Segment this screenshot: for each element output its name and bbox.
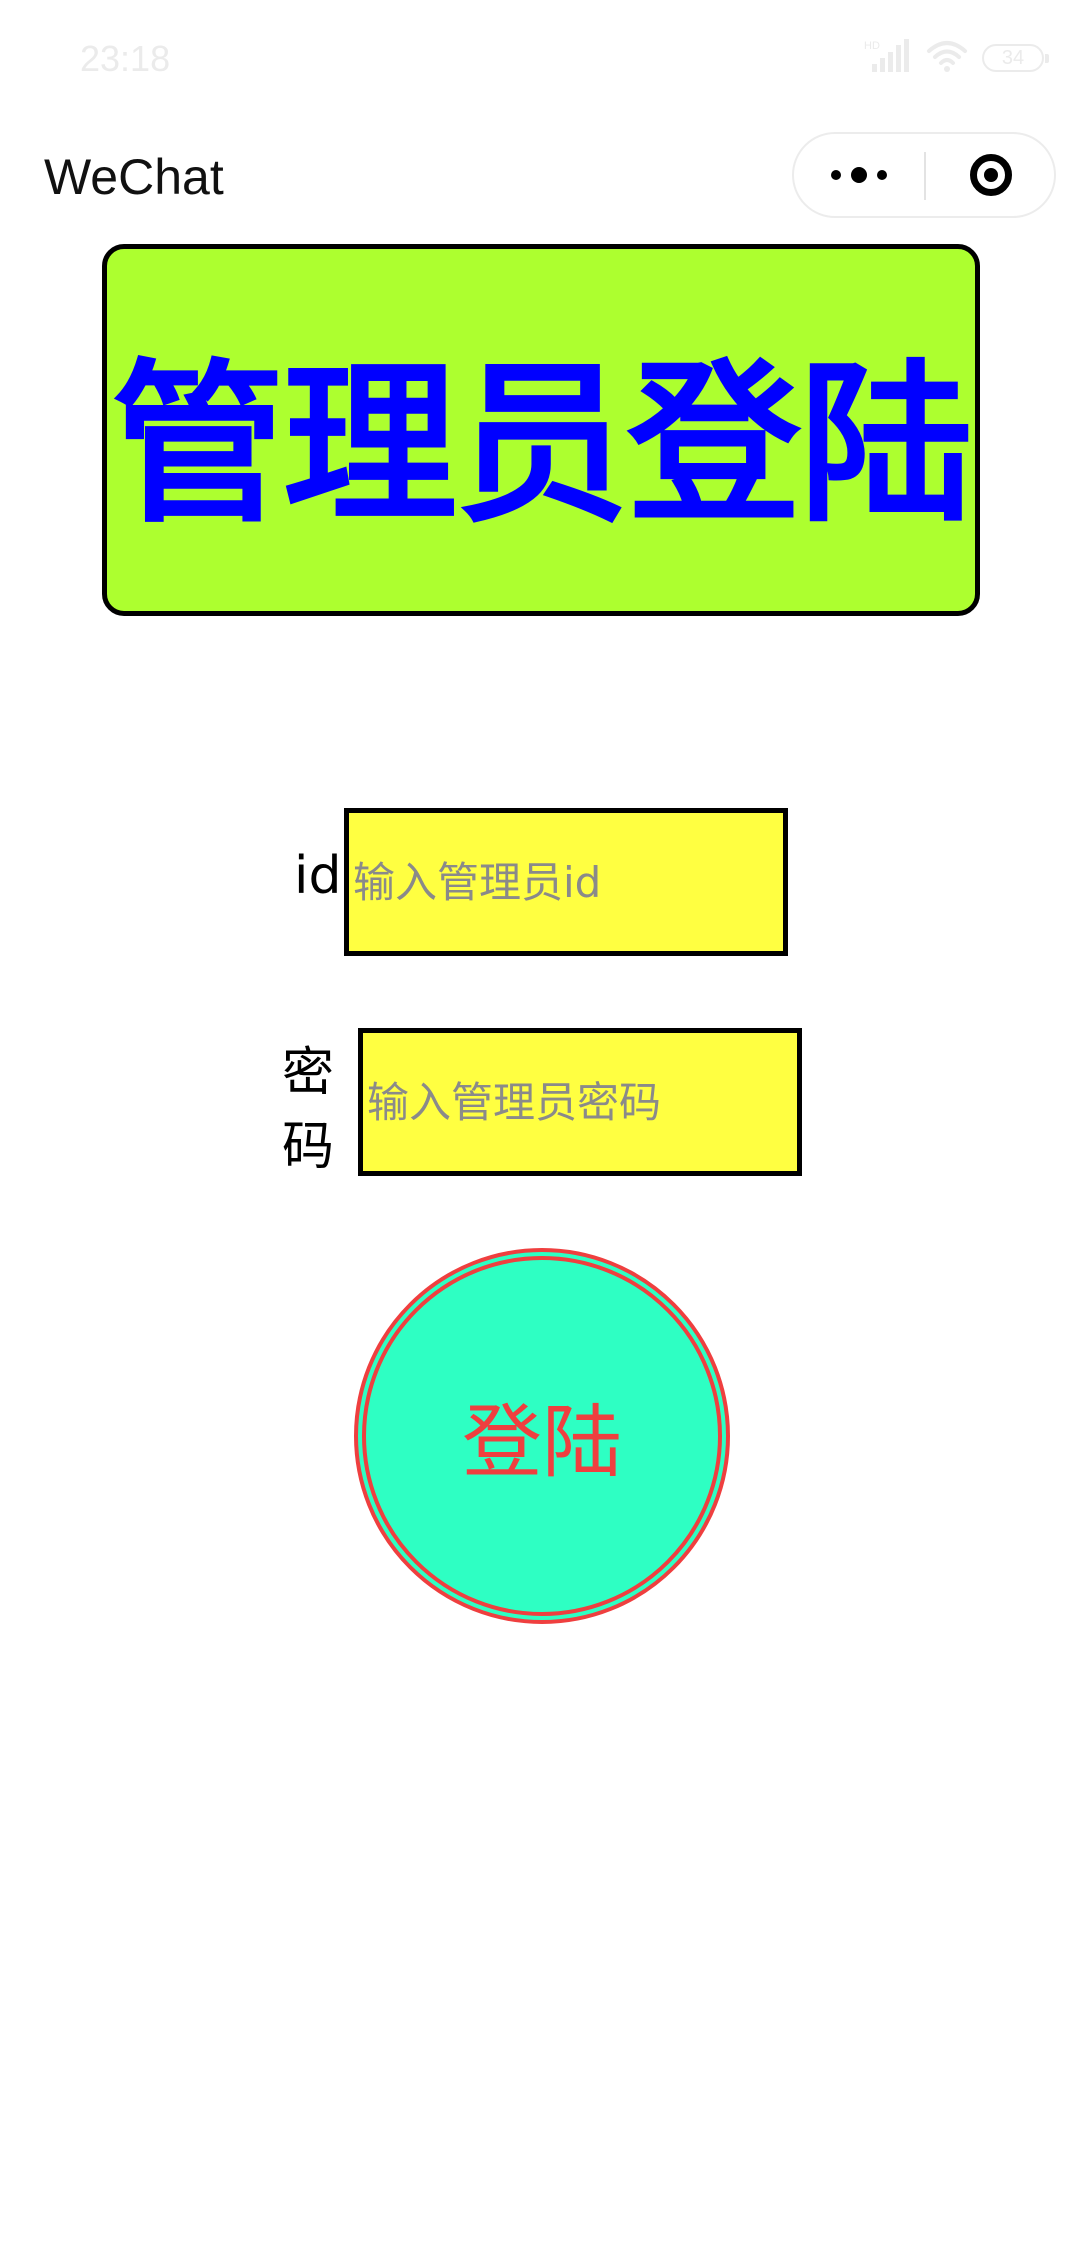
- wifi-icon: [926, 39, 968, 77]
- status-time: 23:18: [80, 38, 171, 79]
- header-banner: 管理员登陆: [102, 244, 980, 616]
- password-label: 密码: [282, 1043, 335, 1177]
- more-dots-icon: [831, 170, 841, 180]
- close-button[interactable]: [926, 134, 1056, 216]
- more-dots-icon-right: [877, 170, 887, 180]
- nav-bar: WeChat: [0, 118, 1080, 236]
- battery-icon: 34: [982, 44, 1049, 72]
- id-input[interactable]: [344, 808, 788, 956]
- password-input[interactable]: [358, 1028, 802, 1176]
- signal-icon: HD: [864, 38, 912, 78]
- login-button-label: 登陆: [462, 1396, 622, 1489]
- target-close-icon-dot: [984, 168, 998, 182]
- status-bar: 23:18 HD 34: [0, 0, 1080, 118]
- network-badge: HD: [864, 40, 880, 52]
- status-icons: HD 34: [864, 38, 1049, 78]
- target-close-icon: [970, 154, 1012, 196]
- id-label: id: [294, 846, 342, 906]
- more-dots-icon-center: [851, 167, 867, 183]
- login-button[interactable]: 登陆: [354, 1248, 730, 1624]
- nav-title: WeChat: [44, 149, 224, 205]
- page-title: 管理员登陆: [110, 344, 973, 547]
- capsule-menu: [792, 132, 1056, 218]
- more-button[interactable]: [794, 134, 924, 216]
